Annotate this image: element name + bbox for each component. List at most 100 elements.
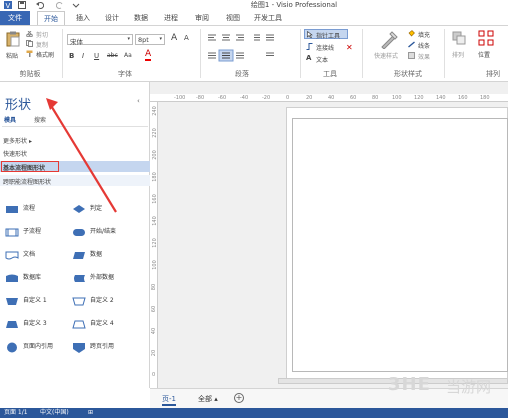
- underline-button[interactable]: U: [94, 52, 99, 60]
- shape-custom-2[interactable]: 自定义 2: [72, 294, 132, 308]
- process-shape-icon: [6, 206, 18, 213]
- change-case-button[interactable]: Aa: [124, 52, 132, 59]
- italic-button[interactable]: I: [82, 52, 84, 60]
- format-painter-icon[interactable]: [26, 50, 33, 57]
- shape-data[interactable]: 数据: [72, 248, 132, 262]
- shape-document[interactable]: 文档: [5, 248, 65, 262]
- grow-font-button[interactable]: A: [171, 33, 177, 43]
- chevron-right-icon: ▸: [28, 138, 32, 145]
- cut-icon[interactable]: [26, 31, 33, 37]
- shape-label: 开始/结束: [90, 228, 117, 235]
- shape-database[interactable]: 数据库: [5, 271, 65, 285]
- shape-process[interactable]: 流程: [5, 202, 65, 216]
- shape-label: 数据: [90, 251, 103, 258]
- language-indicator[interactable]: 中文(中国): [40, 408, 69, 418]
- effects-icon[interactable]: [408, 52, 415, 59]
- tab-search[interactable]: 搜索: [34, 115, 46, 124]
- shapes-panel: 形状 ‹ 模具 搜索 更多形状 ▸ 快速形状 基本流程图形状 跨职能流程图形状 …: [0, 82, 150, 388]
- shape-label: 文档: [23, 251, 36, 258]
- tab-process[interactable]: 进程: [160, 11, 182, 25]
- line-button[interactable]: 线条: [418, 41, 430, 50]
- tab-developer[interactable]: 开发工具: [252, 11, 284, 25]
- format-painter-button[interactable]: 格式刷: [36, 50, 54, 59]
- quick-styles-button[interactable]: 快速样式: [374, 51, 398, 60]
- all-pages-button[interactable]: 全部 ▴: [198, 394, 218, 404]
- position-icon[interactable]: [478, 30, 494, 46]
- connector-button[interactable]: 连接线: [316, 43, 334, 52]
- font-size-value: 8pt: [138, 36, 149, 44]
- tools-group-label: 工具: [323, 70, 337, 78]
- ruler-tick: 60: [350, 95, 357, 101]
- copy-icon[interactable]: [26, 40, 33, 47]
- shape-subprocess[interactable]: 子流程: [5, 225, 65, 239]
- shape-custom-4[interactable]: 自定义 4: [72, 317, 132, 331]
- connector-icon[interactable]: [306, 43, 313, 50]
- ruler-tick: -20: [262, 95, 271, 101]
- tab-page-1[interactable]: 页-1: [162, 394, 176, 406]
- font-color-button[interactable]: A: [145, 50, 152, 61]
- fill-button[interactable]: 填充: [418, 30, 430, 39]
- ruler-tick: 100: [392, 95, 402, 101]
- tab-home[interactable]: 开始: [37, 11, 65, 25]
- quick-styles-icon[interactable]: [380, 31, 398, 49]
- arrange-button[interactable]: 排列: [452, 50, 464, 59]
- shape-external-data[interactable]: 外部数据: [72, 271, 132, 285]
- tab-stencils[interactable]: 模具: [4, 115, 16, 124]
- shape-off-page-reference[interactable]: 跨页引用: [72, 340, 132, 354]
- position-button[interactable]: 位置: [478, 50, 490, 59]
- tab-view[interactable]: 视图: [222, 11, 244, 25]
- page-indicator[interactable]: 页面 1/1: [4, 408, 28, 418]
- shape-decision[interactable]: 判定: [72, 202, 132, 216]
- external-data-shape-icon: [74, 275, 85, 282]
- add-page-icon[interactable]: +: [234, 393, 244, 403]
- collapse-panel-icon[interactable]: ‹: [137, 97, 140, 105]
- shrink-font-button[interactable]: A: [184, 34, 189, 42]
- shape-on-page-reference[interactable]: 页面内引用: [5, 340, 65, 354]
- clipboard-group-label: 剪贴板: [19, 70, 41, 78]
- font-size-select[interactable]: 8pt ▾: [135, 34, 165, 45]
- text-tool-icon[interactable]: A: [306, 54, 311, 62]
- macro-icon[interactable]: ⊞: [88, 408, 93, 418]
- more-shapes-link[interactable]: 更多形状 ▸: [3, 136, 32, 145]
- group-divider: [200, 29, 201, 78]
- tab-design[interactable]: 设计: [101, 11, 123, 25]
- font-name-select[interactable]: 宋体 ▾: [67, 34, 133, 46]
- highlight-box: [1, 161, 59, 172]
- quick-shapes-link[interactable]: 快速形状: [3, 149, 27, 158]
- effects-button[interactable]: 效果: [418, 52, 430, 61]
- shape-label: 自定义 1: [23, 297, 47, 304]
- group-divider: [444, 29, 445, 78]
- fill-icon[interactable]: [408, 30, 415, 37]
- strikethrough-button[interactable]: abc: [107, 52, 118, 59]
- custom-3-shape-icon: [6, 321, 18, 328]
- tab-review[interactable]: 审阅: [191, 11, 213, 25]
- text-tool-button[interactable]: 文本: [316, 55, 328, 64]
- ruler-tick: 140: [436, 95, 446, 101]
- pointer-tool-button[interactable]: 指针工具: [304, 29, 348, 40]
- tab-file[interactable]: 文件: [0, 11, 30, 25]
- stencil-cross-functional[interactable]: 跨职能流程图形状: [3, 177, 51, 186]
- copy-button[interactable]: 复制: [36, 40, 48, 49]
- ruler-tick: 80: [372, 95, 379, 101]
- line-icon[interactable]: [408, 41, 415, 48]
- ruler-tick: 140: [151, 216, 158, 226]
- shape-custom-3[interactable]: 自定义 3: [5, 317, 65, 331]
- shape-start-end[interactable]: 开始/结束: [72, 225, 132, 239]
- data-shape-icon: [73, 252, 85, 259]
- window-title: 绘图1 - Visio Professional: [250, 1, 338, 9]
- paste-button[interactable]: 粘贴: [6, 51, 18, 60]
- custom-1-shape-icon: [6, 298, 18, 305]
- bold-button[interactable]: B: [69, 52, 74, 60]
- drawing-canvas[interactable]: -100 -80 -60 -40 -20 0 20 40 60 80 100 1…: [150, 82, 508, 388]
- arrange-icon[interactable]: [452, 31, 466, 45]
- paste-icon[interactable]: [6, 31, 20, 47]
- close-tool-icon[interactable]: ✕: [346, 43, 353, 52]
- shape-custom-1[interactable]: 自定义 1: [5, 294, 65, 308]
- ruler-tick: 200: [151, 150, 158, 160]
- ruler-tick: 220: [151, 128, 158, 138]
- cut-button[interactable]: 剪切: [36, 30, 48, 39]
- paragraph-align-icons[interactable]: [206, 33, 286, 63]
- group-divider: [62, 29, 63, 78]
- tab-insert[interactable]: 插入: [72, 11, 94, 25]
- tab-data[interactable]: 数据: [130, 11, 152, 25]
